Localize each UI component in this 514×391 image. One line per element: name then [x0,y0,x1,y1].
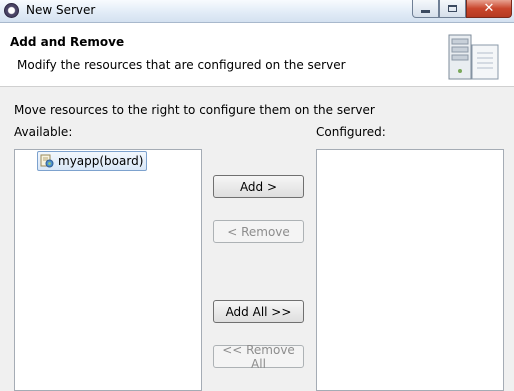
eclipse-icon [4,3,19,18]
remove-all-button[interactable]: << Remove All [213,343,304,371]
close-button[interactable]: ✕ [466,0,512,18]
web-module-icon [40,154,54,168]
page-description: Modify the resources that are configured… [17,58,346,72]
minimize-icon [421,10,430,13]
add-all-button[interactable]: Add All >> [213,300,304,323]
configured-list[interactable] [316,149,504,391]
available-list[interactable]: myapp(board) [14,149,202,391]
close-icon: ✕ [483,1,495,16]
list-item[interactable]: myapp(board) [37,151,148,171]
list-item-label: myapp(board) [58,154,144,168]
available-label: Available: [14,125,73,139]
restore-icon [448,5,457,12]
minimize-button[interactable] [412,0,439,18]
instruction-text: Move resources to the right to configure… [14,103,375,117]
title-bar[interactable]: New Server ✕ [0,0,514,23]
add-button[interactable]: Add > [213,175,304,198]
maximize-button[interactable] [439,0,466,18]
configured-label: Configured: [316,125,386,139]
wizard-header: Add and Remove Modify the resources that… [0,23,514,87]
server-icon [448,34,499,80]
remove-button[interactable]: < Remove [213,220,304,243]
page-title: Add and Remove [10,35,125,49]
window-title: New Server [26,3,96,17]
